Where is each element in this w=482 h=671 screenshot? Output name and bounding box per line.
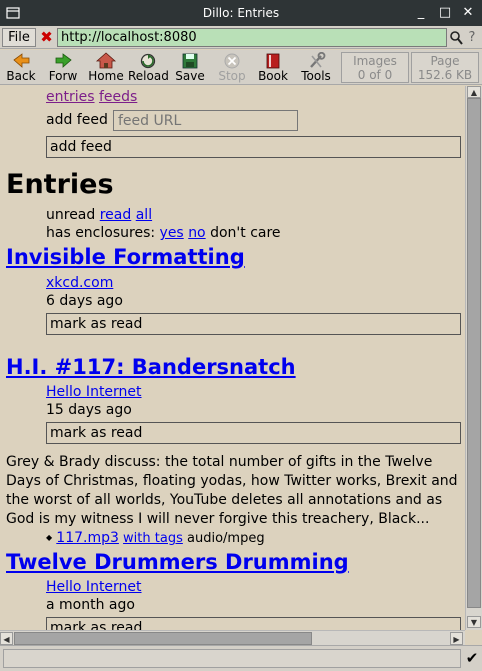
- description-line: Days of Christmas, floating yodas, how T…: [6, 473, 458, 489]
- entry-feed-link[interactable]: Hello Internet: [46, 579, 142, 595]
- entry-feed-link[interactable]: Hello Internet: [46, 384, 142, 400]
- window-titlebar: Dillo: Entries _ □ ✕: [0, 0, 482, 26]
- reload-icon: [140, 53, 156, 69]
- page-title: Entries: [6, 169, 114, 200]
- scroll-right-icon[interactable]: ▶: [450, 632, 463, 645]
- forward-label: Forw: [48, 69, 78, 83]
- images-value: 0 of 0: [357, 68, 393, 82]
- entry-title-link[interactable]: Invisible Formatting: [6, 245, 245, 269]
- mark-as-read-button[interactable]: mark as read: [46, 313, 461, 335]
- horizontal-scroll-thumb[interactable]: [14, 632, 312, 645]
- back-button[interactable]: Back: [2, 51, 40, 84]
- description-line: Grey & Brady discuss: the total number o…: [6, 454, 433, 470]
- stop-icon: [224, 53, 240, 69]
- mark-as-read-button[interactable]: mark as read: [46, 617, 461, 630]
- url-input[interactable]: [57, 28, 447, 47]
- entry-title-link[interactable]: H.I. #117: Bandersnatch: [6, 355, 296, 379]
- bookmarks-button[interactable]: Book: [255, 51, 291, 84]
- enclosure-item: ◆ 117.mp3 with tags audio/mpeg: [46, 530, 265, 546]
- location-bar: File ✖ ?: [0, 26, 482, 49]
- tools-label: Tools: [301, 69, 331, 83]
- status-bar: ✔: [0, 645, 482, 671]
- reload-label: Reload: [128, 69, 169, 83]
- page-check-icon[interactable]: ✔: [464, 649, 480, 668]
- entry-age: a month ago: [46, 597, 135, 613]
- minimize-icon[interactable]: _: [412, 4, 430, 22]
- filter-all-link[interactable]: all: [136, 207, 152, 223]
- status-message: [3, 649, 461, 668]
- enclosure-filter-label: has enclosures:: [46, 225, 156, 241]
- scroll-left-icon[interactable]: ◀: [0, 632, 13, 645]
- search-icon[interactable]: [449, 29, 463, 46]
- toolbar: Back Forw Home Reload Save Stop Book Too…: [0, 50, 482, 85]
- vertical-scrollbar[interactable]: ▲ ▼: [465, 86, 482, 630]
- close-icon[interactable]: ✕: [459, 4, 477, 22]
- back-arrow-icon: [13, 53, 30, 68]
- scroll-down-icon[interactable]: ▼: [467, 616, 481, 628]
- filter-yes-link[interactable]: yes: [160, 225, 184, 241]
- add-feed-label: add feed: [46, 112, 108, 128]
- add-feed-button[interactable]: add feed: [46, 136, 461, 158]
- save-label: Save: [175, 69, 205, 83]
- bookmarks-book-icon: [266, 53, 280, 69]
- enclosure-tags-link[interactable]: with tags: [123, 531, 183, 546]
- tools-wrench-icon: [310, 52, 326, 68]
- stop-button[interactable]: Stop: [214, 51, 250, 84]
- entry-title-link[interactable]: Twelve Drummers Drumming: [6, 550, 349, 574]
- filter-read-link[interactable]: read: [100, 207, 132, 223]
- file-menu-button[interactable]: File: [2, 28, 36, 47]
- save-icon: [182, 53, 198, 69]
- unread-filter-label: unread: [46, 207, 96, 223]
- filter-dont-care-text: don't care: [210, 225, 281, 241]
- description-line: the worst of all worlds, YouTube deletes…: [6, 492, 443, 508]
- bullet-icon: ◆: [46, 533, 53, 542]
- forward-arrow-icon: [55, 53, 72, 68]
- enclosure-mime: audio/mpeg: [187, 531, 265, 546]
- tools-button[interactable]: Tools: [297, 51, 335, 84]
- images-label: Images: [353, 54, 397, 68]
- scroll-up-icon[interactable]: ▲: [467, 86, 481, 98]
- entry-age: 6 days ago: [46, 293, 123, 309]
- vertical-scroll-thumb[interactable]: [467, 98, 481, 608]
- entry-description: Grey & Brady discuss: the total number o…: [6, 453, 461, 529]
- stop-label: Stop: [218, 69, 246, 83]
- back-label: Back: [6, 69, 36, 83]
- images-indicator[interactable]: Images 0 of 0: [341, 52, 409, 83]
- page-content: entries feeds add feed add feed Entries …: [0, 86, 464, 630]
- clear-url-icon[interactable]: ✖: [38, 29, 55, 46]
- horizontal-scrollbar[interactable]: ◀ ▶: [0, 630, 465, 645]
- unread-filter: unread read all: [46, 207, 152, 223]
- page-size-label: Page: [430, 54, 460, 68]
- save-button[interactable]: Save: [172, 51, 208, 84]
- filter-no-link[interactable]: no: [188, 225, 205, 241]
- bookmarks-label: Book: [258, 69, 288, 83]
- forward-button[interactable]: Forw: [44, 51, 82, 84]
- window-title: Dillo: Entries: [202, 6, 280, 20]
- mark-as-read-button[interactable]: mark as read: [46, 422, 461, 444]
- home-button[interactable]: Home: [86, 51, 126, 84]
- top-nav: entries feeds: [46, 89, 137, 105]
- help-icon[interactable]: ?: [465, 29, 479, 46]
- entry-age: 15 days ago: [46, 402, 132, 418]
- description-line: God is my witness I will never forgive t…: [6, 511, 430, 527]
- feed-url-input[interactable]: [113, 110, 298, 131]
- maximize-icon[interactable]: □: [436, 4, 454, 22]
- page-size-indicator: Page 152.6 KB: [411, 52, 479, 83]
- reload-button[interactable]: Reload: [128, 51, 169, 84]
- feeds-link[interactable]: feeds: [99, 89, 137, 105]
- entries-link[interactable]: entries: [46, 89, 95, 105]
- page-size-value: 152.6 KB: [417, 68, 473, 82]
- enclosure-filter: has enclosures: yes no don't care: [46, 225, 281, 241]
- home-label: Home: [88, 69, 124, 83]
- home-icon: [95, 52, 117, 69]
- enclosure-file-link[interactable]: 117.mp3: [56, 530, 119, 546]
- entry-feed-link[interactable]: xkcd.com: [46, 275, 113, 291]
